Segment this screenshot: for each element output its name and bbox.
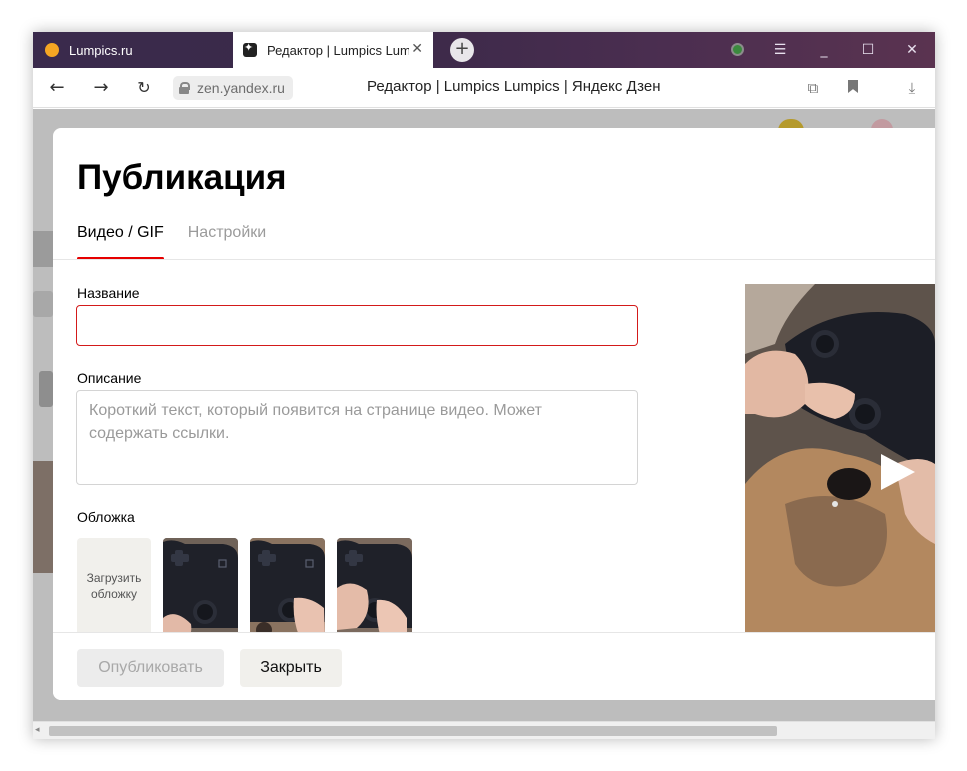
- close-button[interactable]: Закрыть: [240, 649, 342, 687]
- tab-manager-icon[interactable]: ⧉: [802, 77, 824, 99]
- description-input[interactable]: [76, 390, 638, 485]
- tab-close-icon[interactable]: ✕: [411, 41, 423, 57]
- maximize-icon[interactable]: ☐: [846, 32, 890, 68]
- description-label: Описание: [77, 370, 142, 386]
- extension-icon[interactable]: [731, 43, 744, 56]
- name-label: Название: [77, 285, 140, 301]
- zen-favicon-icon: [243, 41, 257, 57]
- lumpics-favicon-icon: [45, 43, 59, 57]
- tab-video-gif[interactable]: Видео / GIF: [77, 224, 164, 260]
- page-viewport: Публикация Видео / GIF Настройки Названи…: [33, 109, 935, 721]
- tab-zen-editor[interactable]: Редактор | Lumpics Lumpics | Яндекс Дзен…: [233, 32, 433, 68]
- close-icon[interactable]: ✕: [890, 32, 934, 68]
- cover-thumbnail[interactable]: [337, 538, 412, 638]
- tab-title: Редактор | Lumpics Lumpics | Яндекс Дзен: [267, 42, 409, 58]
- gamepad-image: [250, 538, 325, 638]
- page-title: Редактор | Lumpics Lumpics | Яндекс Дзен: [367, 78, 661, 95]
- scrollbar-thumb[interactable]: [49, 726, 777, 736]
- tab-title: Lumpics.ru: [69, 42, 133, 58]
- menu-icon[interactable]: ☰: [758, 32, 802, 68]
- publication-dialog: Публикация Видео / GIF Настройки Названи…: [53, 128, 935, 700]
- name-input[interactable]: [76, 305, 638, 346]
- download-icon[interactable]: ⤓: [901, 77, 923, 99]
- gamepad-image: [163, 538, 238, 638]
- cover-thumbnail[interactable]: [163, 538, 238, 638]
- background-content: [39, 371, 53, 407]
- tab-lumpics[interactable]: Lumpics.ru: [33, 32, 233, 68]
- lock-icon: [179, 82, 190, 94]
- dialog-footer: Опубликовать Закрыть: [53, 632, 935, 700]
- url-field[interactable]: zen.yandex.ru: [173, 76, 293, 100]
- cover-label: Обложка: [77, 509, 135, 525]
- tab-strip: Lumpics.ru Редактор | Lumpics Lumpics | …: [33, 32, 935, 68]
- dialog-title: Публикация: [77, 158, 287, 197]
- horizontal-scrollbar[interactable]: ◂: [33, 721, 935, 739]
- url-text: zen.yandex.ru: [197, 80, 285, 96]
- address-bar: ← → ↻ zen.yandex.ru Редактор | Lumpics L…: [33, 68, 935, 108]
- new-tab-button[interactable]: +: [450, 38, 474, 62]
- video-preview[interactable]: [745, 284, 935, 638]
- upload-cover-button[interactable]: Загрузить обложку: [77, 538, 151, 638]
- play-icon[interactable]: [881, 454, 915, 490]
- cover-thumbnail[interactable]: [250, 538, 325, 638]
- tabs-divider: [53, 259, 935, 260]
- back-arrow-icon[interactable]: ←: [45, 76, 69, 100]
- gamepad-image: [337, 538, 412, 638]
- tab-settings[interactable]: Настройки: [188, 224, 266, 260]
- browser-window: Lumpics.ru Редактор | Lumpics Lumpics | …: [33, 32, 935, 739]
- background-content: [33, 291, 53, 317]
- background-image: [33, 461, 53, 573]
- publish-button[interactable]: Опубликовать: [77, 649, 224, 687]
- scroll-left-icon[interactable]: ◂: [35, 724, 47, 736]
- minimize-icon[interactable]: _: [802, 32, 846, 68]
- reload-icon[interactable]: ↻: [132, 76, 156, 100]
- forward-arrow-icon[interactable]: →: [89, 76, 113, 100]
- background-content: [33, 231, 55, 267]
- dialog-tabs: Видео / GIF Настройки: [77, 224, 266, 260]
